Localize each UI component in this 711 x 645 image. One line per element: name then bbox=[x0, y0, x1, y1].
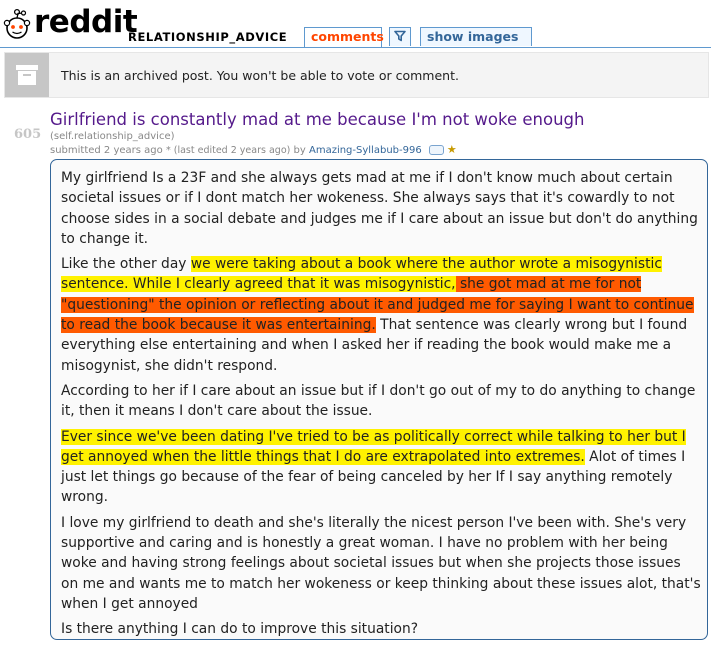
tab-comments[interactable]: comments bbox=[304, 27, 384, 47]
post-body: My girlfriend Is a 23F and she always ge… bbox=[50, 159, 708, 640]
archived-notice-text: This is an archived post. You won't be a… bbox=[61, 68, 459, 83]
flair-icon bbox=[428, 144, 444, 155]
body-paragraph-2: Like the other day we were taking about … bbox=[61, 254, 701, 376]
tab-filter[interactable] bbox=[389, 27, 411, 46]
author-link[interactable]: Amazing-Syllabub-996 bbox=[309, 145, 422, 156]
body-paragraph-1: My girlfriend Is a 23F and she always ge… bbox=[61, 170, 698, 247]
body-paragraph-4: Ever since we've been dating I've tried … bbox=[61, 427, 701, 508]
body-paragraph-3: According to her if I care about an issu… bbox=[61, 382, 696, 420]
post-title[interactable]: Girlfriend is constantly mad at me becau… bbox=[50, 110, 584, 130]
filter-icon bbox=[394, 30, 406, 42]
by-label: by bbox=[293, 144, 306, 156]
edited-time: * (last edited 2 years ago) bbox=[165, 144, 291, 156]
subreddit-name[interactable]: RELATIONSHIP_ADVICE bbox=[128, 31, 287, 44]
reddit-alien-icon[interactable] bbox=[2, 4, 32, 44]
submitted-time: submitted 2 years ago bbox=[50, 144, 163, 156]
site-header: reddit RELATIONSHIP_ADVICE comments show… bbox=[0, 0, 711, 48]
archive-box-icon bbox=[5, 53, 49, 97]
reddit-logo-text[interactable]: reddit bbox=[34, 4, 138, 40]
post-score: 605 bbox=[14, 127, 42, 142]
post-tagline: submitted 2 years ago * (last edited 2 y… bbox=[50, 143, 457, 157]
trophy-icon: ★ bbox=[446, 143, 457, 156]
archived-notice: This is an archived post. You won't be a… bbox=[4, 52, 709, 98]
post-body-text: My girlfriend Is a 23F and she always ge… bbox=[61, 168, 701, 645]
post-domain[interactable]: (self.relationship_advice) bbox=[50, 130, 175, 143]
p2-text-a: Like the other day bbox=[61, 256, 191, 273]
body-paragraph-6: Is there anything I can do to improve th… bbox=[61, 621, 419, 638]
tab-show-images[interactable]: show images bbox=[420, 27, 532, 46]
body-paragraph-5: I love my girlfriend to death and she's … bbox=[61, 514, 701, 612]
